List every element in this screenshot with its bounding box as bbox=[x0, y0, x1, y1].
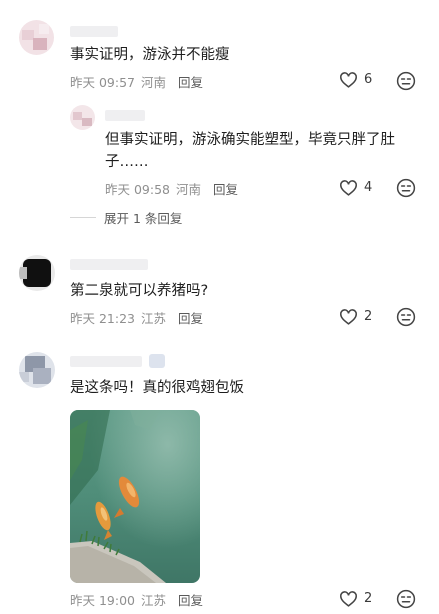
divider-line bbox=[70, 217, 96, 218]
reply-location: 河南 bbox=[176, 182, 202, 197]
comment-meta: 昨天 09:57 河南 回复 bbox=[70, 72, 209, 91]
like-button[interactable]: 2 bbox=[339, 590, 372, 607]
comment-location: 江苏 bbox=[141, 593, 167, 608]
username-blurred[interactable] bbox=[70, 26, 118, 37]
reply-meta: 昨天 09:58 河南 回复 bbox=[105, 179, 244, 198]
comment-location: 河南 bbox=[141, 75, 167, 90]
expand-replies-button[interactable]: 展开 1 条回复 bbox=[70, 208, 182, 227]
expand-replies-label: 展开 1 条回复 bbox=[104, 211, 183, 226]
badge-blurred bbox=[149, 354, 165, 368]
username-blurred[interactable] bbox=[70, 356, 142, 367]
like-count: 6 bbox=[364, 72, 373, 87]
pond-koi-image bbox=[70, 410, 200, 583]
avatar[interactable] bbox=[19, 20, 54, 55]
reply-text-line1: 但事实证明，游泳确实能塑型，毕竟只胖了肚 bbox=[105, 132, 395, 148]
comment-meta: 昨天 21:23 江苏 回复 bbox=[70, 308, 209, 327]
heart-outline-icon bbox=[340, 180, 357, 196]
comment-text: 第二泉就可以养猪吗? bbox=[70, 283, 209, 299]
comment-location: 江苏 bbox=[141, 311, 167, 326]
username-blurred[interactable] bbox=[70, 259, 148, 270]
comment-time: 昨天 09:57 bbox=[70, 75, 135, 90]
like-count: 2 bbox=[364, 591, 373, 606]
like-button[interactable]: 2 bbox=[339, 308, 372, 325]
reply-time: 昨天 09:58 bbox=[105, 182, 170, 197]
heart-outline-icon bbox=[340, 72, 357, 88]
expressionless-face-icon[interactable] bbox=[396, 307, 416, 327]
expressionless-face-icon[interactable] bbox=[396, 178, 416, 198]
comment-meta: 昨天 19:00 江苏 回复 bbox=[70, 590, 209, 609]
heart-outline-icon bbox=[340, 591, 357, 607]
heart-outline-icon bbox=[340, 309, 357, 325]
avatar[interactable] bbox=[19, 352, 55, 388]
reply-avatar[interactable] bbox=[70, 105, 95, 130]
expressionless-face-icon[interactable] bbox=[396, 589, 416, 609]
avatar[interactable] bbox=[19, 255, 55, 291]
like-count: 2 bbox=[364, 309, 373, 324]
reply-button[interactable]: 回复 bbox=[178, 593, 203, 608]
like-count: 4 bbox=[364, 180, 373, 195]
comment-time: 昨天 21:23 bbox=[70, 311, 135, 326]
comment-photo[interactable] bbox=[70, 410, 200, 583]
comment-text: 事实证明，游泳并不能瘦 bbox=[70, 47, 230, 63]
reply-button[interactable]: 回复 bbox=[178, 311, 203, 326]
comment-time: 昨天 19:00 bbox=[70, 593, 135, 608]
reply-text-line2: 子…… bbox=[105, 154, 149, 170]
like-button[interactable]: 6 bbox=[339, 71, 372, 88]
reply-like-button[interactable]: 4 bbox=[339, 179, 372, 196]
comment-text: 是这条吗！真的很鸡翅包饭 bbox=[70, 380, 244, 396]
reply-button[interactable]: 回复 bbox=[178, 75, 203, 90]
reply-username-blurred[interactable] bbox=[105, 110, 145, 121]
expressionless-face-icon[interactable] bbox=[396, 71, 416, 91]
reply-reply-button[interactable]: 回复 bbox=[213, 182, 238, 197]
